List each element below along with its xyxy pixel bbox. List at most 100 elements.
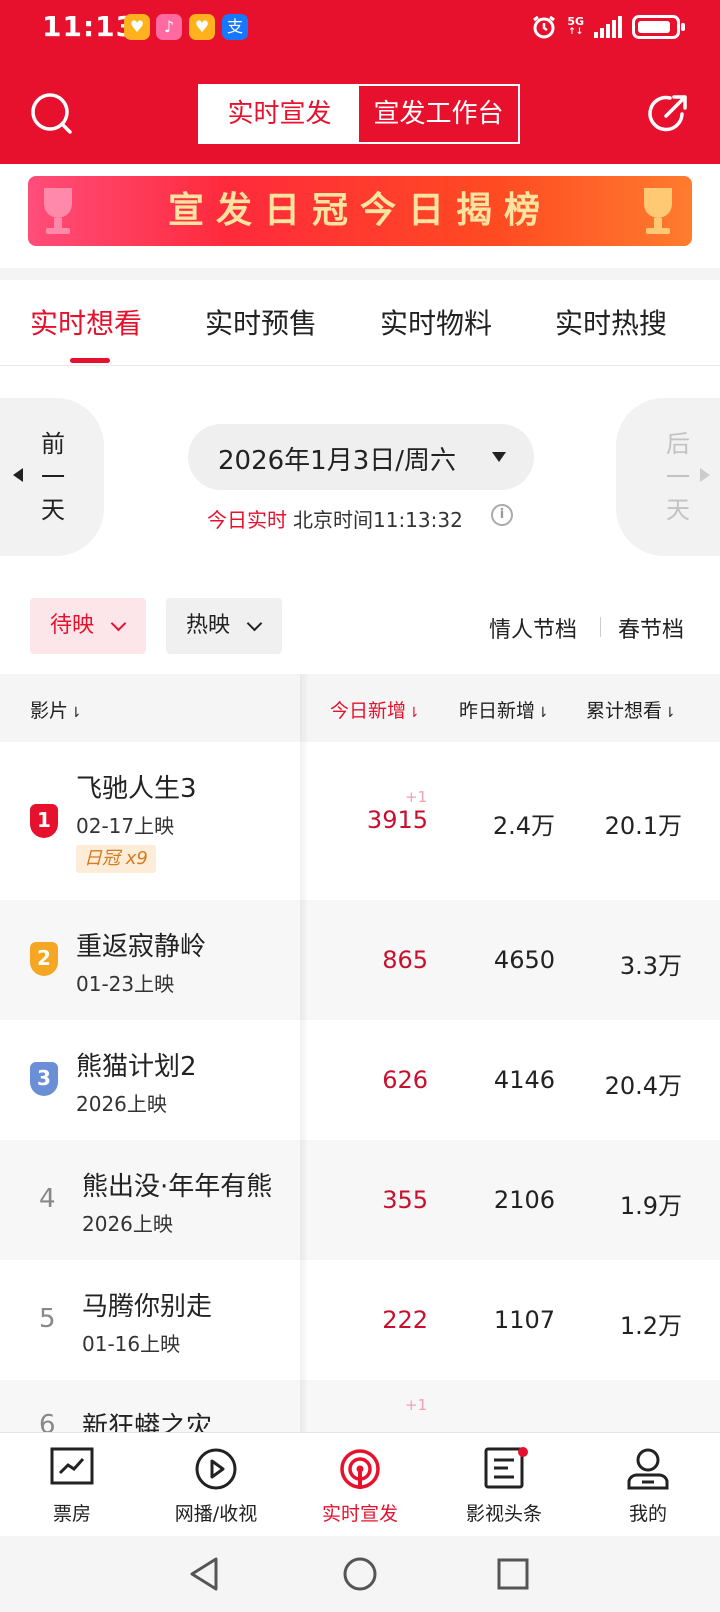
nav-streaming[interactable]: 网播/收视 — [144, 1433, 288, 1537]
alarm-icon — [533, 15, 556, 39]
next-day-button[interactable]: 后一天 — [616, 398, 720, 556]
arrow-right-icon — [700, 468, 710, 482]
today-new-value: 3915 — [366, 806, 428, 834]
battery-icon — [632, 15, 685, 39]
chevron-down-icon — [110, 615, 127, 632]
header-segment-control: 实时宣发 宣发工作台 — [198, 84, 520, 144]
total-want-value: 20.1万 — [604, 812, 682, 840]
total-want-value: 1.9万 — [619, 1192, 682, 1220]
segment-promo-workbench[interactable]: 宣发工作台 — [359, 86, 518, 142]
realtime-tag: 今日实时 — [207, 508, 287, 532]
rank-number: 6 — [39, 1410, 56, 1432]
rank-badge: 1 — [30, 804, 58, 838]
nav-headlines[interactable]: 影视头条 — [432, 1433, 576, 1537]
date-picker[interactable]: 2026年1月3日/周六 — [188, 424, 534, 490]
tab-realtime-presale[interactable]: 实时预售 — [205, 302, 317, 342]
total-want-value: 3.3万 — [619, 952, 682, 980]
bottom-nav: 票房 网播/收视 实时宣发 影视头条 我的 — [0, 1432, 720, 1536]
release-date: 02-17上映 — [76, 814, 175, 838]
season-divider — [600, 617, 601, 637]
filter-upcoming-dropdown[interactable]: 待映 — [30, 598, 146, 654]
search-icon[interactable] — [30, 92, 74, 136]
nav-realtime-promo[interactable]: 实时宣发 — [288, 1433, 432, 1537]
release-date: 01-23上映 — [76, 972, 175, 996]
table-row[interactable]: 1 飞驰人生3 02-17上映 日冠 x9 +1 3915 2.4万 20.1万 — [0, 742, 720, 900]
chart-icon — [50, 1447, 94, 1485]
arrow-left-icon — [13, 468, 23, 482]
film-title: 熊猫计划2 — [76, 1052, 197, 1082]
yesterday-new-value: 2.4万 — [492, 812, 555, 840]
yesterday-new-value: 2106 — [493, 1186, 555, 1214]
notification-app-icon: ♥ — [124, 14, 150, 40]
table-row[interactable]: 4 熊出没·年年有熊 2026上映 355 2106 1.9万 — [0, 1140, 720, 1260]
table-row[interactable]: 2 重返寂静岭 01-23上映 865 4650 3.3万 — [0, 900, 720, 1020]
prev-day-button[interactable]: 前一天 — [0, 398, 104, 556]
film-title: 重返寂静岭 — [76, 932, 207, 962]
tab-realtime-hotsearch[interactable]: 实时热搜 — [555, 302, 667, 342]
next-day-label: 后一天 — [666, 430, 690, 524]
profile-icon — [627, 1448, 669, 1490]
tab-realtime-want[interactable]: 实时想看 — [30, 302, 142, 342]
rank-badge: 3 — [30, 1062, 58, 1096]
signal-icon — [594, 16, 622, 38]
share-icon[interactable] — [646, 92, 690, 136]
film-title: 熊出没·年年有熊 — [82, 1172, 273, 1202]
notification-dot — [518, 1447, 528, 1457]
column-total-want[interactable]: 累计想看 ⇂ — [586, 696, 676, 723]
prev-day-label: 前一天 — [41, 430, 65, 524]
segment-realtime-promo[interactable]: 实时宣发 — [200, 86, 359, 142]
filter-showing-dropdown[interactable]: 热映 — [166, 598, 282, 654]
yesterday-new-value: 4650 — [493, 946, 555, 974]
table-row[interactable]: 6 新狂蟒之灾 +1 — [0, 1380, 720, 1432]
nav-profile[interactable]: 我的 — [576, 1433, 720, 1537]
table-header: 影片 ⇂ 今日新增 ⇂ 昨日新增 ⇂ 累计想看 ⇂ — [0, 674, 720, 742]
alipay-app-icon: 支 — [222, 14, 248, 40]
rank-badge: 2 — [30, 942, 58, 976]
column-yesterday-new[interactable]: 昨日新增 ⇂ — [459, 696, 549, 723]
banner-title: 宣发日冠今日揭榜 — [167, 190, 552, 231]
system-nav-bar — [0, 1536, 720, 1612]
today-plus: +1 — [405, 788, 428, 806]
season-valentine[interactable]: 情人节档 — [489, 612, 577, 644]
column-today-new[interactable]: 今日新增 ⇂ — [330, 696, 420, 723]
back-icon[interactable] — [188, 1556, 220, 1592]
total-want-value: 20.4万 — [604, 1072, 682, 1100]
network-type: 5G ↑↓ — [567, 15, 584, 37]
today-new-value: 355 — [382, 1186, 428, 1214]
yesterday-new-value: 4146 — [493, 1066, 555, 1094]
today-plus: +1 — [405, 1396, 428, 1414]
daily-crown-banner[interactable]: 宣发日冠今日揭榜 — [28, 176, 692, 246]
broadcast-icon — [340, 1449, 380, 1489]
today-new-value: 865 — [382, 946, 428, 974]
realtime-info: 今日实时 北京时间11:13:32 — [207, 504, 463, 533]
rank-number: 4 — [39, 1184, 56, 1214]
film-title: 马腾你别走 — [82, 1292, 213, 1322]
yesterday-new-value: 1107 — [493, 1306, 555, 1334]
recents-icon[interactable] — [497, 1558, 529, 1590]
selected-date: 2026年1月3日/周六 — [218, 446, 457, 476]
today-new-value: 626 — [382, 1066, 428, 1094]
total-want-value: 1.2万 — [619, 1312, 682, 1340]
table-row[interactable]: 3 熊猫计划2 2026上映 626 4146 20.4万 — [0, 1020, 720, 1140]
beijing-time: 北京时间11:13:32 — [293, 508, 463, 532]
column-film[interactable]: 影片 ⇂ — [30, 696, 82, 723]
info-icon[interactable]: i — [491, 504, 513, 526]
trophy-icon — [644, 188, 672, 234]
season-spring-festival[interactable]: 春节档 — [618, 612, 684, 644]
play-icon — [195, 1448, 237, 1490]
home-icon[interactable] — [342, 1556, 378, 1592]
nav-box-office[interactable]: 票房 — [0, 1433, 144, 1537]
frozen-column-shadow — [300, 674, 308, 1434]
tab-realtime-material[interactable]: 实时物料 — [380, 302, 492, 342]
notification-app-icon: ♥ — [189, 14, 215, 40]
release-date: 01-16上映 — [82, 1332, 181, 1356]
daily-crown-tag: 日冠 x9 — [76, 845, 156, 873]
ranking-tabs: 实时想看 实时预售 实时物料 实时热搜 — [0, 280, 720, 366]
today-new-value: 222 — [382, 1306, 428, 1334]
film-title: 飞驰人生3 — [76, 774, 197, 804]
film-title: 新狂蟒之灾 — [82, 1412, 213, 1432]
rank-number: 5 — [39, 1304, 56, 1334]
table-row[interactable]: 5 马腾你别走 01-16上映 222 1107 1.2万 — [0, 1260, 720, 1380]
status-time: 11:13 — [42, 10, 137, 43]
caret-down-icon — [492, 452, 506, 462]
